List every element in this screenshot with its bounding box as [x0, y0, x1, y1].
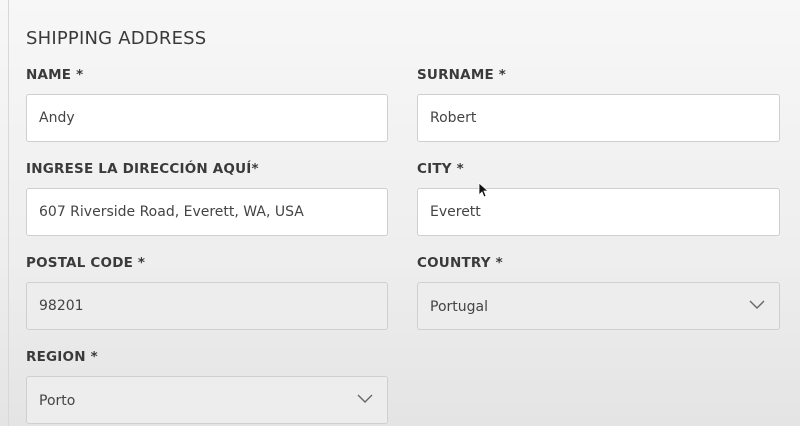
section-title: SHIPPING ADDRESS	[26, 28, 207, 49]
city-label: CITY *	[417, 161, 464, 177]
region-label: REGION *	[26, 349, 98, 365]
country-label: COUNTRY *	[417, 255, 503, 271]
surname-label: SURNAME *	[417, 67, 507, 83]
name-input[interactable]	[27, 95, 387, 141]
chevron-down-icon	[749, 300, 765, 309]
surname-field[interactable]	[417, 94, 780, 142]
postal-code-field[interactable]	[26, 282, 388, 330]
address-input[interactable]	[27, 189, 387, 235]
name-label: NAME *	[26, 67, 84, 83]
mouse-cursor-icon	[478, 182, 488, 198]
postal-code-input[interactable]	[27, 283, 387, 329]
shipping-address-panel: SHIPPING ADDRESS NAME * SURNAME * INGRES…	[8, 0, 800, 426]
country-select[interactable]: Portugal	[417, 282, 780, 330]
chevron-down-icon	[357, 394, 373, 403]
region-selected-value: Porto	[39, 393, 76, 409]
postal-code-label: POSTAL CODE *	[26, 255, 146, 271]
country-selected-value: Portugal	[430, 299, 488, 315]
region-select[interactable]: Porto	[26, 376, 388, 424]
surname-input[interactable]	[418, 95, 779, 141]
address-field[interactable]	[26, 188, 388, 236]
address-label: INGRESE LA DIRECCIÓN AQUÍ*	[26, 161, 259, 177]
name-field[interactable]	[26, 94, 388, 142]
city-input[interactable]	[418, 189, 779, 235]
city-field[interactable]	[417, 188, 780, 236]
